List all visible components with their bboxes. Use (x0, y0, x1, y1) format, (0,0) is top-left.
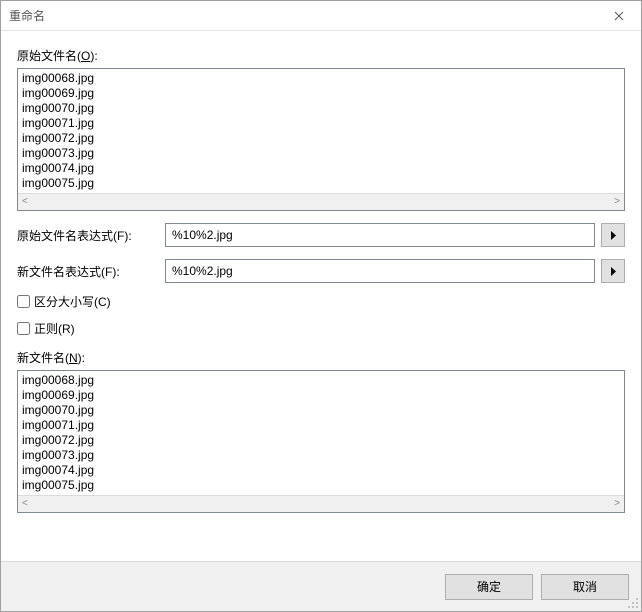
close-button[interactable] (597, 1, 641, 31)
horizontal-scrollbar[interactable]: < > (18, 193, 624, 210)
new-expression-menu-button[interactable] (601, 259, 625, 283)
dialog-footer: 确定 取消 (1, 561, 641, 611)
list-item[interactable]: img00074.jpg (22, 463, 620, 478)
new-filenames-label: 新文件名(N): (17, 349, 625, 366)
close-icon (614, 11, 624, 21)
titlebar: 重命名 (1, 1, 641, 31)
original-expression-row: 原始文件名表达式(F): (17, 223, 625, 247)
scroll-left-icon[interactable]: < (22, 197, 28, 207)
list-item[interactable]: img00070.jpg (22, 101, 620, 116)
original-filenames-listbox[interactable]: img00068.jpgimg00069.jpgimg00070.jpgimg0… (18, 69, 624, 193)
case-sensitive-label[interactable]: 区分大小写(C) (34, 293, 111, 310)
list-item[interactable]: img00068.jpg (22, 71, 620, 86)
new-expression-label: 新文件名表达式(F): (17, 263, 159, 280)
regex-checkbox[interactable] (17, 322, 30, 335)
ok-button[interactable]: 确定 (445, 574, 533, 600)
list-item[interactable]: img00072.jpg (22, 433, 620, 448)
dialog-content: 原始文件名(O): img00068.jpgimg00069.jpgimg000… (1, 31, 641, 561)
new-expression-row: 新文件名表达式(F): (17, 259, 625, 283)
case-sensitive-checkbox[interactable] (17, 295, 30, 308)
list-item[interactable]: img00073.jpg (22, 448, 620, 463)
case-sensitive-row: 区分大小写(C) (17, 293, 625, 310)
list-item[interactable]: img00071.jpg (22, 418, 620, 433)
list-item[interactable]: img00071.jpg (22, 116, 620, 131)
list-item[interactable]: img00075.jpg (22, 176, 620, 191)
new-filenames-listbox-wrap: img00068.jpgimg00069.jpgimg00070.jpgimg0… (17, 370, 625, 513)
list-item[interactable]: img00075.jpg (22, 478, 620, 493)
original-expression-label: 原始文件名表达式(F): (17, 227, 159, 244)
play-icon (610, 267, 617, 276)
scroll-left-icon[interactable]: < (22, 499, 28, 509)
list-item[interactable]: img00072.jpg (22, 131, 620, 146)
regex-row: 正则(R) (17, 320, 625, 337)
rename-dialog: 重命名 原始文件名(O): img00068.jpgimg00069.jpgim… (0, 0, 642, 612)
list-item[interactable]: img00069.jpg (22, 86, 620, 101)
resize-grip-icon[interactable] (627, 597, 639, 609)
window-title: 重命名 (9, 7, 45, 24)
scroll-right-icon[interactable]: > (614, 499, 620, 509)
regex-label[interactable]: 正则(R) (34, 320, 75, 337)
play-icon (610, 231, 617, 240)
cancel-button[interactable]: 取消 (541, 574, 629, 600)
original-expression-menu-button[interactable] (601, 223, 625, 247)
new-expression-input[interactable] (165, 259, 595, 283)
horizontal-scrollbar[interactable]: < > (18, 495, 624, 512)
list-item[interactable]: img00070.jpg (22, 403, 620, 418)
original-filenames-listbox-wrap: img00068.jpgimg00069.jpgimg00070.jpgimg0… (17, 68, 625, 211)
original-filenames-label: 原始文件名(O): (17, 47, 625, 64)
new-filenames-listbox[interactable]: img00068.jpgimg00069.jpgimg00070.jpgimg0… (18, 371, 624, 495)
list-item[interactable]: img00068.jpg (22, 373, 620, 388)
list-item[interactable]: img00069.jpg (22, 388, 620, 403)
list-item[interactable]: img00073.jpg (22, 146, 620, 161)
original-expression-input[interactable] (165, 223, 595, 247)
scroll-right-icon[interactable]: > (614, 197, 620, 207)
list-item[interactable]: img00074.jpg (22, 161, 620, 176)
